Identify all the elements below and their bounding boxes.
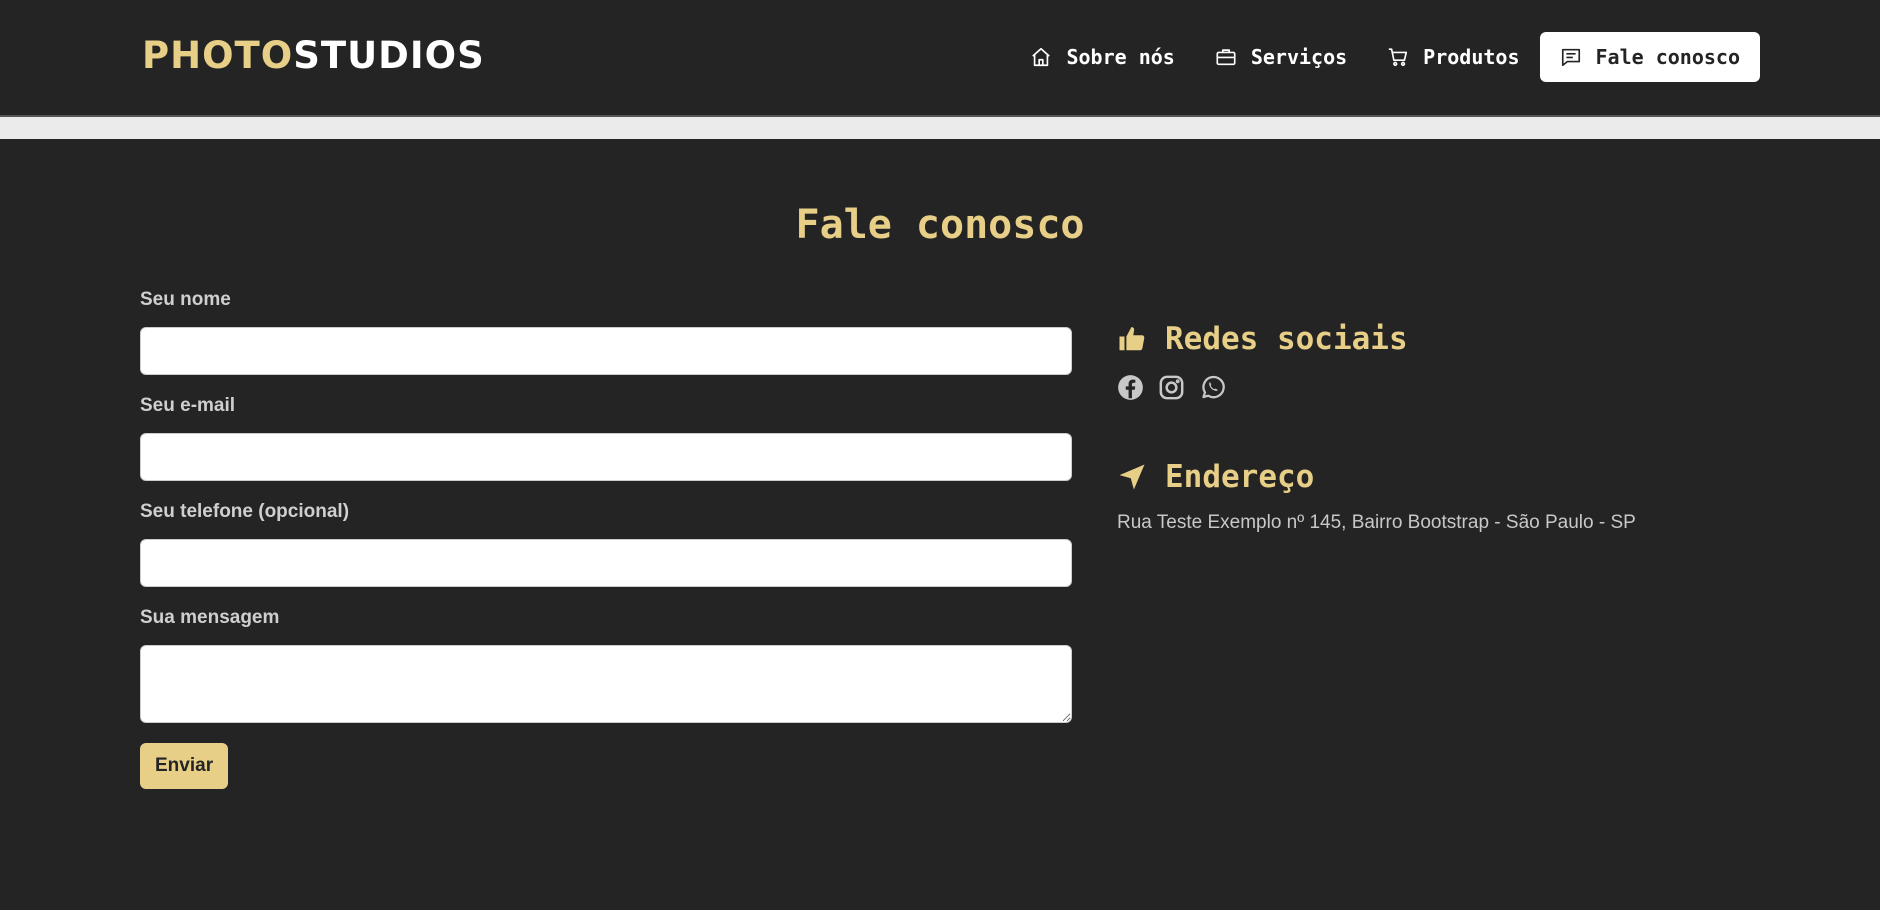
submit-button[interactable]: Enviar — [140, 743, 229, 789]
brand-logo-part2: STUDIOS — [293, 34, 485, 77]
contact-sidebar: Redes sociais Endereço Rua Teste Exemplo… — [1117, 316, 1757, 534]
nav-item-label: Fale conosco — [1595, 45, 1741, 69]
location-arrow-icon — [1119, 464, 1145, 490]
page-title: Fale conosco — [795, 202, 1085, 248]
nav-item-produtos[interactable]: Produtos — [1367, 32, 1539, 82]
whatsapp-icon[interactable] — [1199, 374, 1226, 401]
main-nav: Sobre nós Serviços Produtos Fale conosco — [1010, 32, 1760, 82]
message-label: Sua mensagem — [140, 607, 280, 628]
header-divider-strip — [0, 117, 1880, 139]
address-block: Endereço Rua Teste Exemplo nº 145, Bairr… — [1117, 454, 1757, 534]
social-icons — [1117, 372, 1757, 402]
nav-item-label: Sobre nós — [1066, 45, 1175, 69]
nav-item-label: Serviços — [1250, 45, 1348, 69]
house-icon — [1032, 47, 1051, 67]
thumbs-up-icon — [1119, 327, 1145, 351]
email-label: Seu e-mail — [140, 395, 236, 416]
name-input[interactable] — [140, 327, 1072, 375]
social-title: Redes sociais — [1165, 321, 1408, 357]
navbar: PHOTOSTUDIOS Sobre nós Serviços Produtos… — [0, 0, 1880, 117]
email-input[interactable] — [140, 433, 1072, 481]
facebook-icon[interactable] — [1117, 374, 1144, 401]
social-block: Redes sociais — [1117, 316, 1757, 402]
phone-label: Seu telefone (opcional) — [140, 501, 350, 522]
phone-input[interactable] — [140, 539, 1072, 587]
briefcase-icon — [1216, 49, 1236, 66]
nav-item-sobre-nos[interactable]: Sobre nós — [1010, 32, 1194, 82]
contact-form: Seu nome Seu e-mail Seu telefone (opcion… — [140, 289, 1072, 789]
nav-item-servicos[interactable]: Serviços — [1195, 32, 1367, 82]
message-textarea[interactable] — [140, 645, 1072, 723]
cart-icon — [1389, 48, 1408, 67]
chat-icon — [1561, 48, 1580, 67]
address-text: Rua Teste Exemplo nº 145, Bairro Bootstr… — [1117, 512, 1636, 533]
nav-item-fale-conosco[interactable]: Fale conosco — [1539, 32, 1760, 82]
address-title: Endereço — [1165, 459, 1315, 495]
nav-item-label: Produtos — [1423, 45, 1520, 69]
brand-logo[interactable]: PHOTOSTUDIOS — [142, 34, 485, 78]
contact-section: Fale conosco Seu nome Seu e-mail Seu tel… — [0, 139, 1880, 910]
brand-logo-part1: PHOTO — [142, 34, 294, 77]
instagram-icon[interactable] — [1158, 374, 1185, 401]
name-label: Seu nome — [140, 289, 231, 310]
address-heading: Endereço — [1117, 454, 1757, 500]
social-heading: Redes sociais — [1117, 316, 1757, 362]
